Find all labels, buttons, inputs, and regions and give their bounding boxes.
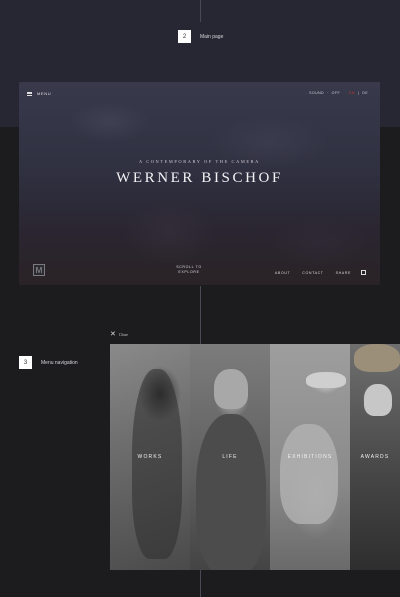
hero-title: WERNER BISCHOF (116, 170, 283, 186)
scroll-to-explore[interactable]: SCROLL TO EXPLORE (171, 265, 207, 275)
step-menu-navigation: 3 Menu navigation (19, 356, 78, 369)
hero-section: MENU SOUND · OFF EN | DE A CONTEMPORARY … (19, 82, 380, 285)
lang-separator: | (357, 91, 360, 95)
menu-button[interactable]: MENU (27, 91, 51, 96)
step-main-page: 2 Main page (178, 30, 223, 43)
connector-line (200, 0, 201, 22)
menu-label: MENU (37, 91, 52, 96)
photo-basket (354, 344, 400, 372)
hero-links: ABOUT CONTACT SHARE (275, 271, 351, 275)
menu-panel-awards[interactable]: AWARDS (350, 344, 400, 570)
photo-figure (280, 424, 338, 524)
menu-panel-works[interactable]: WORKS (110, 344, 190, 570)
step-number: 3 (19, 356, 32, 369)
lang-de[interactable]: DE (362, 91, 368, 95)
lang-en[interactable]: EN (349, 91, 355, 95)
menu-panel-life[interactable]: LIFE (190, 344, 270, 570)
photo-figure (196, 414, 266, 570)
menu-panel-label: EXHIBITIONS (287, 454, 333, 460)
photo-figure (132, 369, 182, 559)
link-share[interactable]: SHARE (336, 271, 351, 275)
sound-language-bar: SOUND · OFF EN | DE (309, 91, 368, 95)
close-label: Close (118, 331, 128, 337)
close-icon: ✕ (110, 331, 116, 338)
link-contact[interactable]: CONTACT (302, 271, 323, 275)
sound-toggle[interactable]: OFF (332, 91, 340, 95)
menu-panel-label: LIFE (222, 454, 238, 460)
step-label: Menu navigation (41, 359, 78, 366)
logo[interactable]: M (33, 264, 45, 276)
photo-hat (306, 372, 346, 388)
menu-panel-exhibitions[interactable]: EXHIBITIONS (270, 344, 350, 570)
menu-panel-label: AWARDS (360, 454, 390, 460)
hero-subtitle: A CONTEMPORARY OF THE CAMERA (139, 159, 260, 164)
link-about[interactable]: ABOUT (275, 271, 290, 275)
step-label: Main page (200, 33, 224, 40)
fullscreen-icon[interactable] (361, 270, 366, 275)
sound-label: SOUND (309, 91, 325, 95)
photo-face (214, 369, 248, 409)
step-number: 2 (178, 30, 191, 43)
hamburger-icon (27, 91, 32, 96)
close-button[interactable]: ✕ Close (110, 330, 128, 338)
menu-panel-label: WORKS (137, 454, 163, 460)
menu-panels: WORKS LIFE EXHIBITIONS AWARDS (110, 344, 400, 570)
sound-separator: · (327, 91, 329, 95)
photo-face (364, 384, 392, 416)
